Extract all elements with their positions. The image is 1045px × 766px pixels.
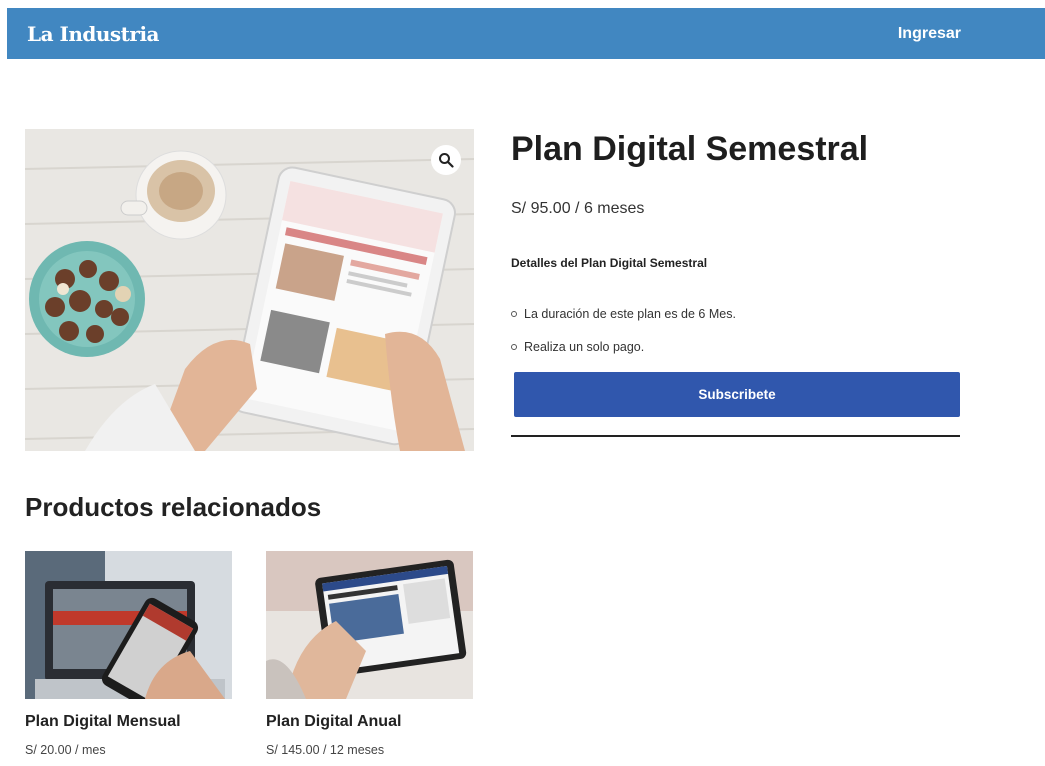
bullet-icon (511, 344, 517, 350)
subscribe-button[interactable]: Subscribete (514, 372, 960, 417)
related-product-image[interactable] (266, 551, 473, 699)
related-product-image[interactable] (25, 551, 232, 699)
related-product-card[interactable]: Plan Digital Anual S/ 145.00 / 12 meses (266, 551, 473, 757)
related-heading: Productos relacionados (25, 492, 322, 522)
feature-text: Realiza un solo pago. (524, 340, 645, 354)
zoom-button[interactable] (431, 145, 461, 175)
magnifier-icon (439, 153, 454, 168)
product-image[interactable] (25, 129, 474, 451)
bullet-icon (511, 311, 517, 317)
divider (511, 435, 960, 437)
feature-item: La duración de este plan es de 6 Mes. (511, 307, 736, 321)
related-product-price: S/ 145.00 / 12 meses (266, 743, 385, 757)
phone-laptop-photo (25, 551, 232, 699)
site-logo[interactable]: La Industria (27, 22, 160, 46)
related-product-price: S/ 20.00 / mes (25, 743, 106, 757)
tablet-photo (25, 129, 474, 451)
related-product-card[interactable]: Plan Digital Mensual S/ 20.00 / mes (25, 551, 232, 757)
tablet-news-photo (266, 551, 473, 699)
related-product-name[interactable]: Plan Digital Mensual (25, 713, 232, 731)
product-title: Plan Digital Semestral (511, 130, 869, 168)
feature-item: Realiza un solo pago. (511, 340, 644, 354)
product-price: S/ 95.00 / 6 meses (511, 200, 645, 217)
feature-text: La duración de este plan es de 6 Mes. (524, 307, 736, 321)
site-header: La Industria Ingresar (7, 8, 1045, 59)
related-product-name[interactable]: Plan Digital Anual (266, 713, 473, 731)
login-link[interactable]: Ingresar (898, 25, 961, 43)
details-heading: Detalles del Plan Digital Semestral (511, 256, 708, 270)
